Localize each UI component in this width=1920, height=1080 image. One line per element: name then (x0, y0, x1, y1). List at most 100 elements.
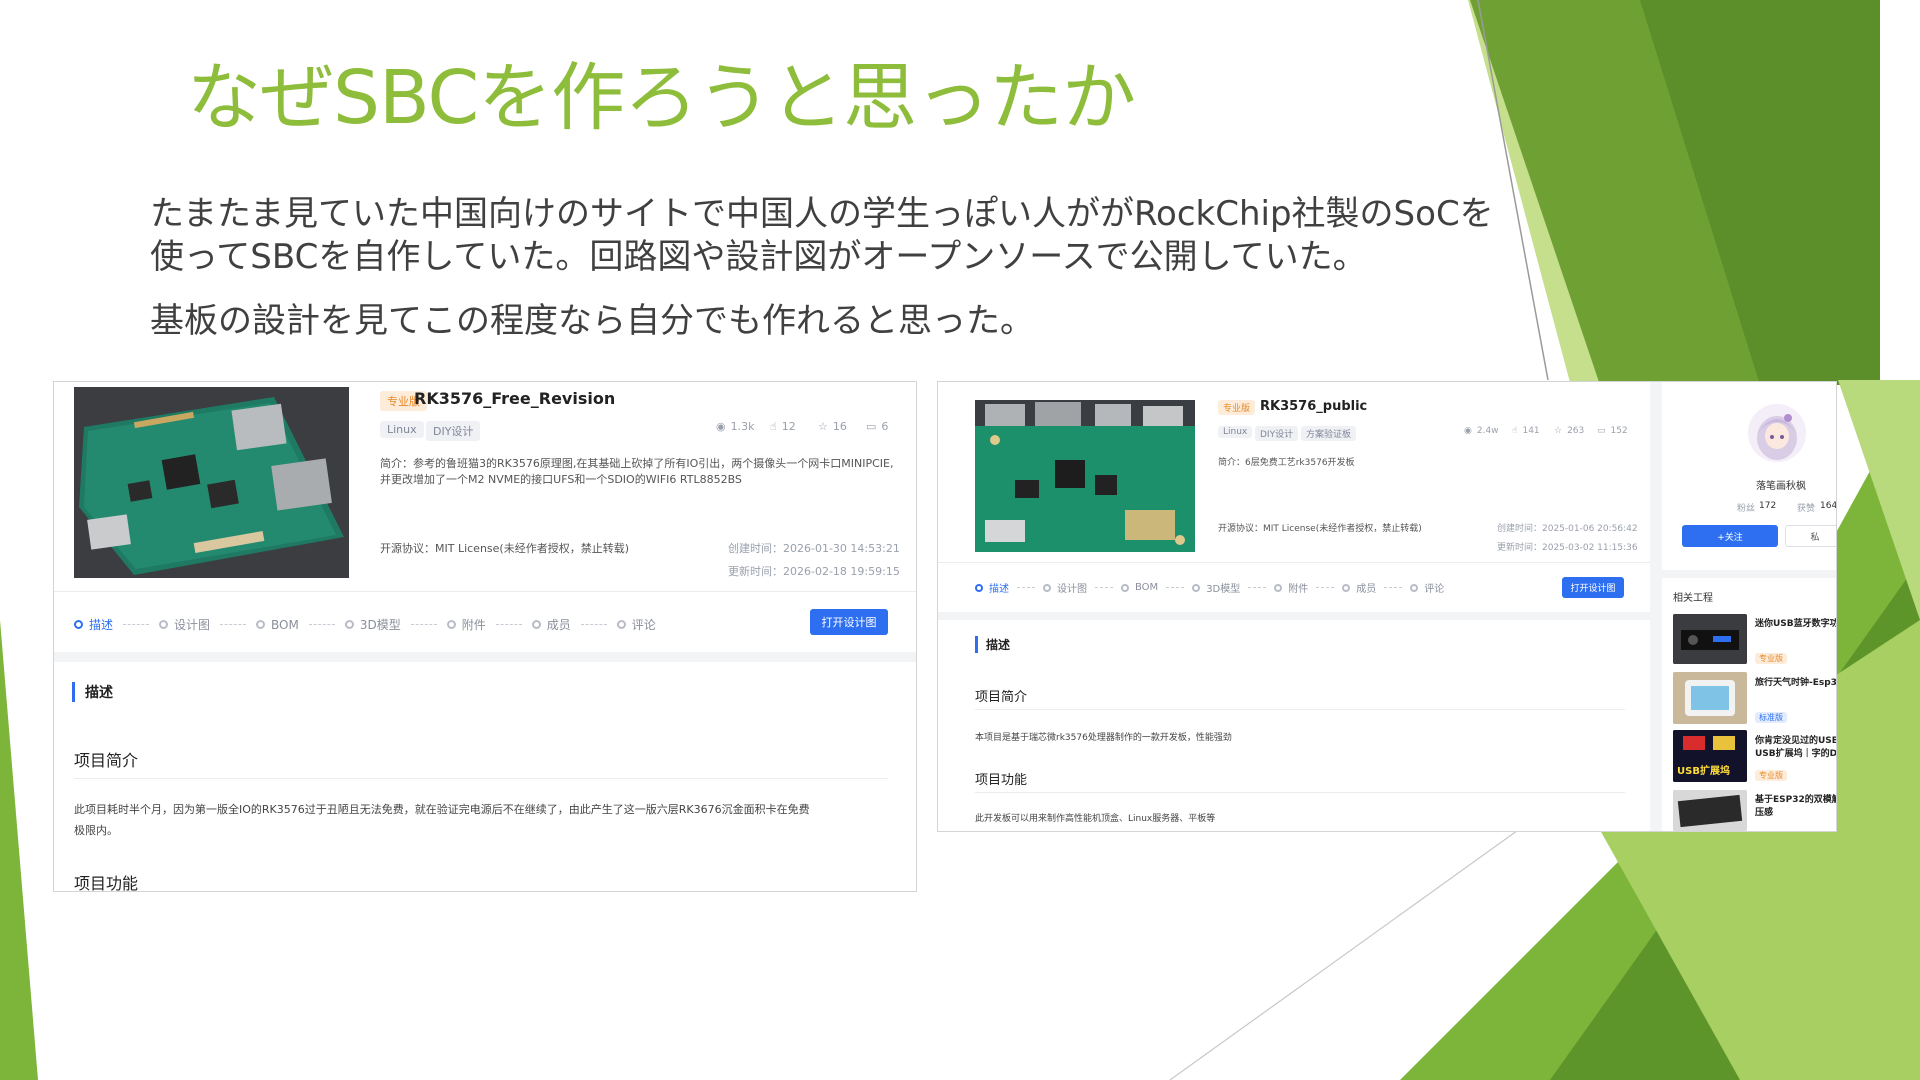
comments-count: 152 (1610, 426, 1628, 436)
stat-comments[interactable]: ▭ 6 (866, 420, 888, 433)
stat-likes[interactable]: ☝ 12 (770, 420, 796, 433)
tag-verification[interactable]: 方案验证板 (1301, 426, 1357, 441)
step-dot-icon (1410, 583, 1419, 592)
step-dot-icon (1043, 583, 1051, 592)
paragraph-1-line-2: 使ってSBCを自作していた。回路図や設計図がオープンソースで公開していた。 (150, 237, 1367, 277)
related-badge-3: 专业版 (1755, 770, 1787, 781)
open-design-button[interactable]: 打开设计图 (1562, 577, 1624, 598)
paragraph-1-line-1: たまたま見ていた中国向けのサイトで中国人の学生っぽい人ががRockChip社製の… (150, 194, 1494, 234)
step-connector (123, 624, 150, 625)
step-connector (1248, 587, 1267, 588)
step-bom[interactable]: BOM (1121, 582, 1158, 593)
stat-stars[interactable]: ☆ 263 (1554, 426, 1584, 436)
created-time: 创建时间：2025-01-06 20:56:42 (1497, 524, 1638, 534)
step-comments[interactable]: 评论 (1410, 580, 1444, 595)
stat-views: ◉ 2.4w (1464, 426, 1499, 436)
thumb-up-icon: ☝ (770, 420, 777, 433)
related-thumb-2[interactable] (1673, 672, 1747, 724)
step-3d-model[interactable]: 3D模型 (1192, 580, 1240, 595)
avatar[interactable] (1748, 404, 1806, 462)
eye-icon: ◉ (1464, 426, 1472, 436)
related-thumb-4[interactable] (1673, 790, 1747, 831)
section-gap (54, 652, 916, 662)
section-heading-description: 描述 (72, 682, 113, 702)
step-connector (1384, 587, 1403, 588)
related-title-4b[interactable]: 压感 (1755, 805, 1773, 818)
tag-diy[interactable]: DIY设计 (1255, 426, 1299, 441)
follow-button[interactable]: +关注 (1682, 525, 1778, 547)
description-line-1: 简介：参考的鲁班猫3的RK3576原理图,在其基础上砍掉了所有IO引出，两个摄像… (380, 457, 894, 470)
project-title[interactable]: RK3576_Free_Revision (414, 389, 615, 408)
tag-linux[interactable]: Linux (380, 421, 424, 438)
step-description[interactable]: 描述 (74, 616, 113, 633)
license-text: 开源协议：MIT License(未经作者授权，禁止转载) (1218, 524, 1422, 534)
step-label: 设计图 (1057, 584, 1087, 595)
screenshot-right: 专业版 RK3576_public Linux DIY设计 方案验证板 ◉ 2.4… (937, 381, 1837, 832)
section-gap (938, 612, 1650, 620)
step-description[interactable]: 描述 (975, 580, 1009, 595)
device-thumbnail (1673, 790, 1747, 831)
license-text: 开源协议：MIT License(未经作者授权，禁止转载) (380, 542, 630, 555)
step-dot-icon (1342, 583, 1351, 592)
project-photo[interactable] (74, 387, 349, 578)
related-title-4a[interactable]: 基于ESP32的双模触 (1755, 792, 1836, 805)
step-connector (1017, 587, 1035, 588)
stat-stars[interactable]: ☆ 16 (818, 420, 847, 433)
tag-linux[interactable]: Linux (1218, 426, 1253, 438)
thumb-up-icon: ☝ (1512, 426, 1518, 436)
related-badge-1: 专业版 (1755, 653, 1787, 664)
step-design[interactable]: 设计图 (159, 616, 210, 633)
step-attachments[interactable]: 附件 (1274, 580, 1308, 595)
stat-comments[interactable]: ▭ 152 (1597, 426, 1628, 436)
message-button[interactable]: 私 (1785, 525, 1836, 547)
step-connector (220, 624, 247, 625)
intro-text: 本项目是基于瑞芯微rk3576处理器制作的一款开发板，性能强劲 (975, 733, 1232, 743)
step-dot-icon (616, 620, 626, 629)
function-divider (975, 792, 1625, 793)
related-title-3b[interactable]: USB扩展坞｜字的DI (1755, 746, 1836, 759)
step-comments[interactable]: 评论 (616, 616, 656, 633)
step-label: BOM (271, 617, 299, 632)
step-members[interactable]: 成员 (1342, 580, 1376, 595)
step-label: BOM (1135, 582, 1159, 593)
project-title[interactable]: RK3576_public (1260, 399, 1367, 414)
step-3d-model[interactable]: 3D模型 (344, 616, 401, 633)
sidebar-section-gap (1662, 570, 1836, 578)
stars-count: 263 (1567, 426, 1585, 436)
step-attachments[interactable]: 附件 (446, 616, 486, 633)
divider-line (938, 562, 1650, 563)
open-design-button[interactable]: 打开设计图 (810, 609, 888, 635)
step-label: 描述 (89, 618, 114, 632)
step-members[interactable]: 成员 (531, 616, 571, 633)
description-line-2: 并更改增加了一个M2 NVME的接口UFS和一个SDIO的WIFI6 RTL88… (380, 473, 742, 486)
step-dot-icon (74, 620, 83, 629)
fans-label: 粉丝 (1737, 504, 1756, 514)
comment-icon: ▭ (866, 420, 877, 433)
step-bom[interactable]: BOM (256, 618, 299, 632)
step-label: 设计图 (174, 618, 211, 632)
step-dot-icon (1274, 583, 1283, 592)
step-design[interactable]: 设计图 (1043, 580, 1087, 595)
sidebar-gap (1650, 382, 1662, 831)
related-thumb-1[interactable] (1673, 614, 1747, 664)
user-name[interactable]: 落笔画秋枫 (1756, 477, 1806, 492)
step-dot-icon (1192, 583, 1201, 592)
star-icon: ☆ (818, 420, 828, 433)
related-thumb-3[interactable]: USB扩展坞 (1673, 730, 1747, 782)
device-thumbnail (1673, 614, 1747, 664)
project-photo[interactable] (975, 400, 1195, 552)
related-title-3a[interactable]: 你肯定没见过的USB (1755, 733, 1836, 746)
divider-line (54, 591, 916, 592)
stat-likes[interactable]: ☝ 141 (1512, 426, 1540, 436)
pcb-board-image (975, 400, 1195, 552)
tag-diy[interactable]: DIY设计 (426, 421, 481, 441)
description-text: 简介：6层免费工艺rk3576开发板 (1218, 458, 1355, 468)
intro-divider (74, 778, 888, 779)
step-label: 附件 (461, 618, 486, 632)
related-title-1[interactable]: 迷你USB蓝牙数字功 (1755, 616, 1836, 629)
step-label: 评论 (631, 618, 656, 632)
intro-heading: 项目简介 (975, 690, 1028, 705)
step-navigation: 描述 设计图 BOM 3D模型 附件 成员 评论 (975, 580, 1444, 595)
related-title-2[interactable]: 旅行天气时钟-Esp32 (1755, 675, 1836, 688)
stat-views: ◉ 1.3k (716, 420, 754, 433)
